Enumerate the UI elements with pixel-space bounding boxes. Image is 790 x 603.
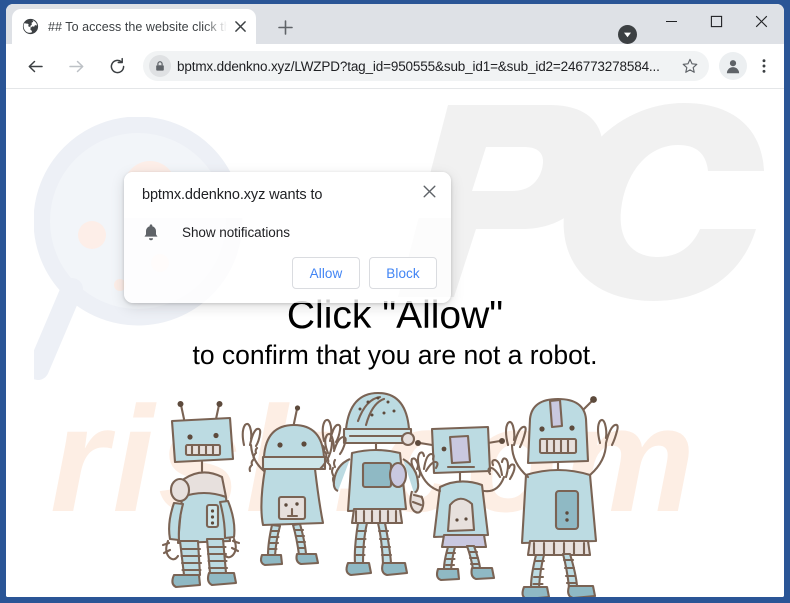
robot-4 xyxy=(410,425,516,582)
address-bar[interactable]: bptmx.ddenkno.xyz/LWZPD?tag_id=950555&su… xyxy=(143,51,709,81)
forward-arrow-icon xyxy=(68,60,83,72)
close-window-button[interactable] xyxy=(739,4,784,38)
permission-row-show-notifications: Show notifications xyxy=(142,218,290,246)
bell-icon xyxy=(142,223,160,241)
browser-window: ## To access the website click th bptmx.… xyxy=(0,0,790,603)
permission-label: Show notifications xyxy=(182,224,290,240)
close-icon xyxy=(755,15,768,27)
avatar-icon xyxy=(726,60,740,74)
maximize-button[interactable] xyxy=(694,4,739,38)
block-button[interactable]: Block xyxy=(369,257,437,289)
robot-2 xyxy=(241,405,342,567)
browser-window-inner: ## To access the website click th bptmx.… xyxy=(6,4,784,597)
robot-5 xyxy=(504,396,619,597)
page-headline: Click "Allow" to confirm that you are no… xyxy=(6,293,784,372)
forward-button[interactable] xyxy=(60,50,92,82)
url-text[interactable]: bptmx.ddenkno.xyz/LWZPD?tag_id=950555&su… xyxy=(177,59,677,74)
window-controls xyxy=(649,4,784,38)
star-icon xyxy=(682,58,698,73)
back-arrow-icon xyxy=(28,60,43,72)
robots-illustration: .ro { fill:none; stroke:#7a6354; stroke-… xyxy=(161,391,619,597)
tab-strip: ## To access the website click th xyxy=(6,4,784,44)
plus-icon xyxy=(277,19,293,35)
minimize-icon xyxy=(666,20,677,22)
back-button[interactable] xyxy=(19,50,51,82)
download-arrow-icon xyxy=(624,32,631,38)
browser-tab[interactable]: ## To access the website click th xyxy=(12,9,256,44)
permission-dialog-title: bptmx.ddenkno.xyz wants to xyxy=(142,187,323,203)
close-icon xyxy=(423,185,435,197)
site-info-button[interactable] xyxy=(149,55,171,77)
browser-toolbar: bptmx.ddenkno.xyz/LWZPD?tag_id=950555&su… xyxy=(6,44,784,89)
bookmark-button[interactable] xyxy=(677,53,703,79)
browser-menu-button[interactable] xyxy=(750,52,778,80)
notification-permission-dialog: bptmx.ddenkno.xyz wants to Show notifica… xyxy=(124,172,451,303)
reload-button[interactable] xyxy=(101,50,133,82)
tab-title: ## To access the website click th xyxy=(48,19,229,34)
lock-icon xyxy=(156,61,164,71)
permission-dialog-actions: Allow Block xyxy=(292,257,437,289)
profile-button[interactable] xyxy=(719,52,747,80)
maximize-icon xyxy=(710,15,723,27)
minimize-button[interactable] xyxy=(649,4,694,38)
tab-close-icon[interactable] xyxy=(229,16,251,38)
download-indicator[interactable] xyxy=(618,25,637,44)
three-dot-menu-icon xyxy=(762,59,766,73)
page-viewport: risk.com Click "Allow" to confirm that y… xyxy=(6,89,784,597)
headline-line-2: to confirm that you are not a robot. xyxy=(192,340,598,370)
new-tab-button[interactable] xyxy=(272,14,298,40)
reload-icon xyxy=(110,57,124,73)
allow-button[interactable]: Allow xyxy=(292,257,360,289)
globe-icon xyxy=(22,18,39,35)
robot-1 xyxy=(161,401,241,589)
robot-3 xyxy=(324,391,425,577)
permission-dialog-close-button[interactable] xyxy=(416,178,442,204)
